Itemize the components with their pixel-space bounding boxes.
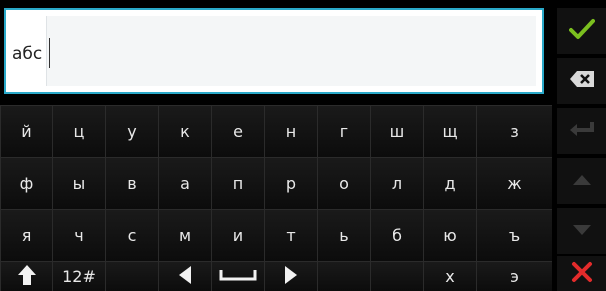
enter-icon bbox=[568, 120, 596, 142]
key-2-1[interactable]: ф bbox=[0, 157, 52, 209]
enter-button[interactable] bbox=[557, 108, 606, 154]
key-3-10[interactable]: ъ bbox=[476, 209, 552, 261]
key-label: я bbox=[21, 226, 32, 245]
key-label: з bbox=[510, 122, 519, 141]
key-1-4[interactable]: к bbox=[158, 105, 211, 157]
key-label: ы bbox=[72, 174, 86, 193]
key-label: о bbox=[339, 174, 349, 193]
key-3-4[interactable]: м bbox=[158, 209, 211, 261]
key-3-8[interactable]: б bbox=[370, 209, 423, 261]
key-4-e[interactable]: э bbox=[476, 261, 552, 291]
key-2-5[interactable]: п bbox=[211, 157, 264, 209]
key-1-6[interactable]: н bbox=[264, 105, 317, 157]
blank-key[interactable] bbox=[370, 261, 423, 291]
cursor-left-key[interactable] bbox=[158, 261, 211, 291]
up-arrow-icon bbox=[571, 172, 593, 191]
key-3-6[interactable]: т bbox=[264, 209, 317, 261]
key-3-9[interactable]: ю bbox=[423, 209, 476, 261]
key-label: а bbox=[180, 174, 190, 193]
key-label: й bbox=[21, 122, 32, 141]
key-1-10[interactable]: з bbox=[476, 105, 552, 157]
key-label: п bbox=[232, 174, 244, 193]
key-2-9[interactable]: д bbox=[423, 157, 476, 209]
key-1-3[interactable]: у bbox=[105, 105, 158, 157]
key-3-1[interactable]: я bbox=[0, 209, 52, 261]
cursor-right-key[interactable] bbox=[264, 261, 317, 291]
right-arrow-icon bbox=[283, 265, 299, 289]
key-label: ъ bbox=[508, 226, 521, 245]
key-label: т bbox=[286, 226, 296, 245]
key-label: ц bbox=[73, 122, 85, 141]
key-3-5[interactable]: и bbox=[211, 209, 264, 261]
key-1-7[interactable]: г bbox=[317, 105, 370, 157]
blank-key[interactable] bbox=[317, 261, 370, 291]
key-2-4[interactable]: а bbox=[158, 157, 211, 209]
key-label: ч bbox=[74, 226, 84, 245]
key-1-2[interactable]: ц bbox=[52, 105, 105, 157]
key-label: ф bbox=[19, 174, 34, 193]
key-1-1[interactable]: й bbox=[0, 105, 52, 157]
key-label: ю bbox=[443, 226, 457, 245]
key-label: ш bbox=[389, 122, 405, 141]
key-3-2[interactable]: ч bbox=[52, 209, 105, 261]
key-1-8[interactable]: ш bbox=[370, 105, 423, 157]
text-caret bbox=[49, 38, 50, 68]
key-label: щ bbox=[442, 122, 458, 141]
check-icon bbox=[568, 18, 595, 44]
numbers-key[interactable]: 12# bbox=[52, 261, 105, 291]
key-label: р bbox=[285, 174, 297, 193]
key-2-8[interactable]: л bbox=[370, 157, 423, 209]
shift-key[interactable] bbox=[0, 261, 52, 291]
key-label: м bbox=[178, 226, 192, 245]
key-1-5[interactable]: е bbox=[211, 105, 264, 157]
key-label: ь bbox=[339, 226, 349, 245]
key-2-3[interactable]: в bbox=[105, 157, 158, 209]
down-arrow-icon bbox=[571, 222, 593, 241]
input-field-area[interactable] bbox=[46, 16, 536, 86]
key-label: г bbox=[339, 122, 349, 141]
virtual-keyboard: абс й ц у к е н г ш щ з ф ы в а п р о л … bbox=[0, 0, 606, 291]
key-2-6[interactable]: р bbox=[264, 157, 317, 209]
key-1-9[interactable]: щ bbox=[423, 105, 476, 157]
key-label: и bbox=[232, 226, 244, 245]
text-input[interactable]: абс bbox=[4, 8, 544, 94]
key-label: ж bbox=[507, 174, 522, 193]
scroll-up-button[interactable] bbox=[557, 158, 606, 204]
numbers-key-label: 12# bbox=[62, 267, 96, 286]
key-2-2[interactable]: ы bbox=[52, 157, 105, 209]
left-arrow-icon bbox=[177, 265, 193, 289]
key-2-7[interactable]: о bbox=[317, 157, 370, 209]
key-label: к bbox=[180, 122, 190, 141]
backspace-button[interactable] bbox=[557, 58, 606, 104]
key-label: д bbox=[444, 174, 456, 193]
key-label: е bbox=[233, 122, 243, 141]
key-3-7[interactable]: ь bbox=[317, 209, 370, 261]
key-label: н bbox=[285, 122, 297, 141]
shift-icon bbox=[17, 264, 37, 290]
key-label: э bbox=[510, 267, 519, 286]
key-label: б bbox=[392, 226, 402, 245]
key-label: с bbox=[127, 226, 137, 245]
key-label: х bbox=[445, 267, 455, 286]
scroll-down-button[interactable] bbox=[557, 208, 606, 254]
key-label: л bbox=[391, 174, 403, 193]
space-icon bbox=[218, 267, 258, 286]
key-3-3[interactable]: с bbox=[105, 209, 158, 261]
key-label: в bbox=[127, 174, 137, 193]
key-2-10[interactable]: ж bbox=[476, 157, 552, 209]
close-icon bbox=[571, 261, 593, 287]
blank-key[interactable] bbox=[105, 261, 158, 291]
input-value: абс bbox=[12, 44, 43, 64]
backspace-icon bbox=[568, 69, 596, 93]
close-button[interactable] bbox=[557, 256, 606, 291]
key-4-x[interactable]: х bbox=[423, 261, 476, 291]
confirm-button[interactable] bbox=[557, 8, 606, 54]
key-label: у bbox=[127, 122, 137, 141]
space-key[interactable] bbox=[211, 261, 264, 291]
